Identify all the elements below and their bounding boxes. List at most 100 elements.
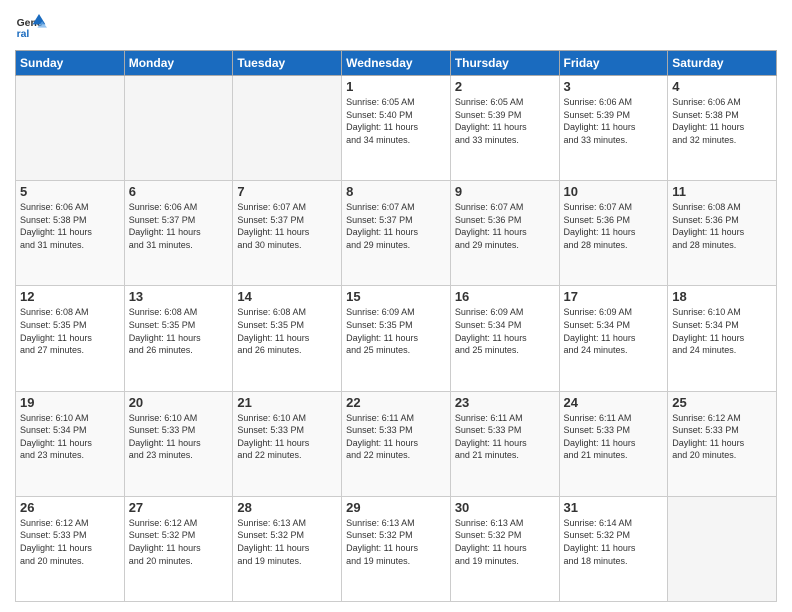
calendar-cell: 3 Sunrise: 6:06 AM Sunset: 5:39 PM Daylig…: [559, 76, 668, 181]
header: Gene ral: [15, 10, 777, 42]
day-number: 27: [129, 500, 229, 515]
day-info: Sunrise: 6:10 AM Sunset: 5:34 PM Dayligh…: [20, 412, 120, 462]
day-info: Sunrise: 6:10 AM Sunset: 5:33 PM Dayligh…: [129, 412, 229, 462]
day-info: Sunrise: 6:07 AM Sunset: 5:37 PM Dayligh…: [237, 201, 337, 251]
calendar-cell: 26Sunrise: 6:12 AM Sunset: 5:33 PM Dayli…: [16, 496, 125, 601]
day-number: 26: [20, 500, 120, 515]
day-info: Sunrise: 6:12 AM Sunset: 5:33 PM Dayligh…: [672, 412, 772, 462]
day-info: Sunrise: 6:07 AM Sunset: 5:37 PM Dayligh…: [346, 201, 446, 251]
day-number: 1: [346, 79, 446, 94]
calendar-cell: 30 Sunrise: 6:13 AM Sunset: 5:32 PM Dayli…: [450, 496, 559, 601]
week-row-1: 1 Sunrise: 6:05 AM Sunset: 5:40 PM Daylig…: [16, 76, 777, 181]
day-number: 19: [20, 395, 120, 410]
day-info: Sunrise: 6:13 AM Sunset: 5:32 PM Dayligh…: [237, 517, 337, 567]
calendar-cell: 13 Sunrise: 6:08 AM Sunset: 5:35 PM Dayli…: [124, 286, 233, 391]
day-number: 29: [346, 500, 446, 515]
day-info: Sunrise: 6:06 AM Sunset: 5:39 PM Dayligh…: [564, 96, 664, 146]
day-info: Sunrise: 6:08 AM Sunset: 5:35 PM Dayligh…: [20, 306, 120, 356]
day-info: Sunrise: 6:14 AM Sunset: 5:32 PM Dayligh…: [564, 517, 664, 567]
day-info: Sunrise: 6:05 AM Sunset: 5:40 PM Dayligh…: [346, 96, 446, 146]
calendar-cell: 20Sunrise: 6:10 AM Sunset: 5:33 PM Dayli…: [124, 391, 233, 496]
day-number: 8: [346, 184, 446, 199]
calendar-cell: 31 Sunrise: 6:14 AM Sunset: 5:32 PM Dayli…: [559, 496, 668, 601]
day-info: Sunrise: 6:12 AM Sunset: 5:32 PM Dayligh…: [129, 517, 229, 567]
page-container: Gene ral SundayMondayTuesdayWednesdayThu…: [0, 0, 792, 612]
day-number: 4: [672, 79, 772, 94]
calendar-cell: 1 Sunrise: 6:05 AM Sunset: 5:40 PM Daylig…: [342, 76, 451, 181]
weekday-header-monday: Monday: [124, 51, 233, 76]
calendar-cell: 6 Sunrise: 6:06 AM Sunset: 5:37 PM Daylig…: [124, 181, 233, 286]
calendar-cell: 12Sunrise: 6:08 AM Sunset: 5:35 PM Dayli…: [16, 286, 125, 391]
day-info: Sunrise: 6:11 AM Sunset: 5:33 PM Dayligh…: [455, 412, 555, 462]
week-row-2: 5 Sunrise: 6:06 AM Sunset: 5:38 PM Daylig…: [16, 181, 777, 286]
day-number: 2: [455, 79, 555, 94]
calendar-cell: 9Sunrise: 6:07 AM Sunset: 5:36 PM Daylig…: [450, 181, 559, 286]
calendar-cell: [233, 76, 342, 181]
calendar-cell: 7 Sunrise: 6:07 AM Sunset: 5:37 PM Daylig…: [233, 181, 342, 286]
logo: Gene ral: [15, 10, 51, 42]
day-number: 16: [455, 289, 555, 304]
day-info: Sunrise: 6:06 AM Sunset: 5:37 PM Dayligh…: [129, 201, 229, 251]
day-number: 18: [672, 289, 772, 304]
calendar-cell: 16Sunrise: 6:09 AM Sunset: 5:34 PM Dayli…: [450, 286, 559, 391]
day-info: Sunrise: 6:08 AM Sunset: 5:36 PM Dayligh…: [672, 201, 772, 251]
day-number: 25: [672, 395, 772, 410]
day-number: 7: [237, 184, 337, 199]
calendar-cell: 21 Sunrise: 6:10 AM Sunset: 5:33 PM Dayli…: [233, 391, 342, 496]
weekday-header-thursday: Thursday: [450, 51, 559, 76]
logo-icon: Gene ral: [15, 10, 47, 42]
weekday-header-tuesday: Tuesday: [233, 51, 342, 76]
calendar-cell: 22 Sunrise: 6:11 AM Sunset: 5:33 PM Dayli…: [342, 391, 451, 496]
calendar-cell: [668, 496, 777, 601]
day-number: 31: [564, 500, 664, 515]
day-info: Sunrise: 6:11 AM Sunset: 5:33 PM Dayligh…: [564, 412, 664, 462]
day-info: Sunrise: 6:06 AM Sunset: 5:38 PM Dayligh…: [20, 201, 120, 251]
day-number: 10: [564, 184, 664, 199]
calendar-cell: 28 Sunrise: 6:13 AM Sunset: 5:32 PM Dayli…: [233, 496, 342, 601]
calendar-cell: 5 Sunrise: 6:06 AM Sunset: 5:38 PM Daylig…: [16, 181, 125, 286]
day-info: Sunrise: 6:06 AM Sunset: 5:38 PM Dayligh…: [672, 96, 772, 146]
day-number: 21: [237, 395, 337, 410]
weekday-header-friday: Friday: [559, 51, 668, 76]
calendar-cell: 18 Sunrise: 6:10 AM Sunset: 5:34 PM Dayli…: [668, 286, 777, 391]
day-number: 15: [346, 289, 446, 304]
day-info: Sunrise: 6:09 AM Sunset: 5:35 PM Dayligh…: [346, 306, 446, 356]
calendar-cell: 29Sunrise: 6:13 AM Sunset: 5:32 PM Dayli…: [342, 496, 451, 601]
day-number: 14: [237, 289, 337, 304]
week-row-3: 12Sunrise: 6:08 AM Sunset: 5:35 PM Dayli…: [16, 286, 777, 391]
day-info: Sunrise: 6:07 AM Sunset: 5:36 PM Dayligh…: [564, 201, 664, 251]
day-info: Sunrise: 6:11 AM Sunset: 5:33 PM Dayligh…: [346, 412, 446, 462]
day-info: Sunrise: 6:13 AM Sunset: 5:32 PM Dayligh…: [455, 517, 555, 567]
day-info: Sunrise: 6:08 AM Sunset: 5:35 PM Dayligh…: [129, 306, 229, 356]
day-number: 3: [564, 79, 664, 94]
day-number: 9: [455, 184, 555, 199]
day-info: Sunrise: 6:10 AM Sunset: 5:34 PM Dayligh…: [672, 306, 772, 356]
calendar: SundayMondayTuesdayWednesdayThursdayFrid…: [15, 50, 777, 602]
calendar-cell: 27 Sunrise: 6:12 AM Sunset: 5:32 PM Dayli…: [124, 496, 233, 601]
calendar-cell: 15 Sunrise: 6:09 AM Sunset: 5:35 PM Dayli…: [342, 286, 451, 391]
calendar-cell: 2 Sunrise: 6:05 AM Sunset: 5:39 PM Daylig…: [450, 76, 559, 181]
day-number: 28: [237, 500, 337, 515]
day-number: 23: [455, 395, 555, 410]
calendar-cell: 17Sunrise: 6:09 AM Sunset: 5:34 PM Dayli…: [559, 286, 668, 391]
calendar-cell: 10 Sunrise: 6:07 AM Sunset: 5:36 PM Dayli…: [559, 181, 668, 286]
day-number: 13: [129, 289, 229, 304]
weekday-header-saturday: Saturday: [668, 51, 777, 76]
day-info: Sunrise: 6:10 AM Sunset: 5:33 PM Dayligh…: [237, 412, 337, 462]
weekday-header-sunday: Sunday: [16, 51, 125, 76]
calendar-cell: 23 Sunrise: 6:11 AM Sunset: 5:33 PM Dayli…: [450, 391, 559, 496]
day-number: 17: [564, 289, 664, 304]
day-info: Sunrise: 6:05 AM Sunset: 5:39 PM Dayligh…: [455, 96, 555, 146]
calendar-cell: 4 Sunrise: 6:06 AM Sunset: 5:38 PM Daylig…: [668, 76, 777, 181]
calendar-cell: 25 Sunrise: 6:12 AM Sunset: 5:33 PM Dayli…: [668, 391, 777, 496]
day-number: 30: [455, 500, 555, 515]
calendar-cell: 8 Sunrise: 6:07 AM Sunset: 5:37 PM Daylig…: [342, 181, 451, 286]
day-number: 24: [564, 395, 664, 410]
day-number: 6: [129, 184, 229, 199]
calendar-cell: 24 Sunrise: 6:11 AM Sunset: 5:33 PM Dayli…: [559, 391, 668, 496]
day-info: Sunrise: 6:08 AM Sunset: 5:35 PM Dayligh…: [237, 306, 337, 356]
day-number: 22: [346, 395, 446, 410]
day-number: 5: [20, 184, 120, 199]
calendar-cell: 11 Sunrise: 6:08 AM Sunset: 5:36 PM Dayli…: [668, 181, 777, 286]
day-number: 11: [672, 184, 772, 199]
